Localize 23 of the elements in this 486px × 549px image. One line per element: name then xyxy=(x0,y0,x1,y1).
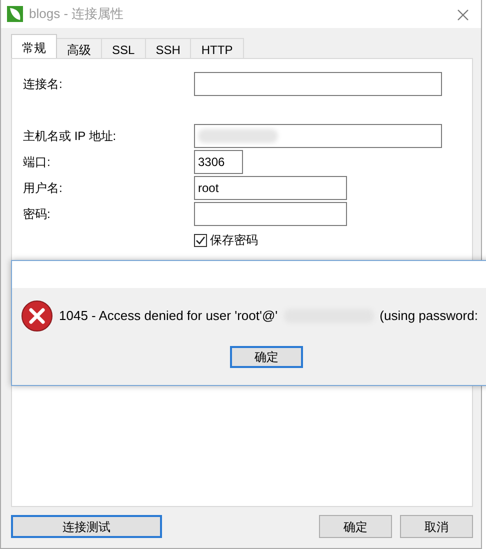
field-label: 用户名: xyxy=(23,180,64,197)
checkbox-label: 保存密码 xyxy=(210,232,258,249)
field-label: 连接名: xyxy=(23,76,64,93)
tab[interactable]: 常规 xyxy=(11,34,57,58)
dialog-button[interactable]: 确定 xyxy=(319,515,392,538)
tab[interactable]: HTTP xyxy=(190,38,244,58)
error-icon xyxy=(21,300,53,332)
error-message: (using password: xyxy=(380,307,478,326)
field-label: 密码: xyxy=(23,206,52,223)
input-field[interactable]: root xyxy=(194,176,347,200)
ok-button[interactable]: 确定 xyxy=(230,346,303,368)
tab[interactable]: 高级 xyxy=(56,38,102,58)
input-field[interactable] xyxy=(194,72,442,96)
dialog-button[interactable]: 连接测试 xyxy=(11,515,162,538)
input-field[interactable]: 3306 xyxy=(194,150,243,174)
field-label: 主机名或 IP 地址: xyxy=(23,128,118,145)
error-message: 1045 - Access denied for user 'root'@' xyxy=(59,307,278,326)
dialog-button[interactable]: 取消 xyxy=(400,515,473,538)
checkbox[interactable] xyxy=(194,234,207,246)
window-title: blogs - 连接属性 xyxy=(29,5,125,24)
app-logo-icon xyxy=(7,6,23,22)
field-label: 端口: xyxy=(23,154,52,171)
input-field[interactable] xyxy=(194,202,347,226)
